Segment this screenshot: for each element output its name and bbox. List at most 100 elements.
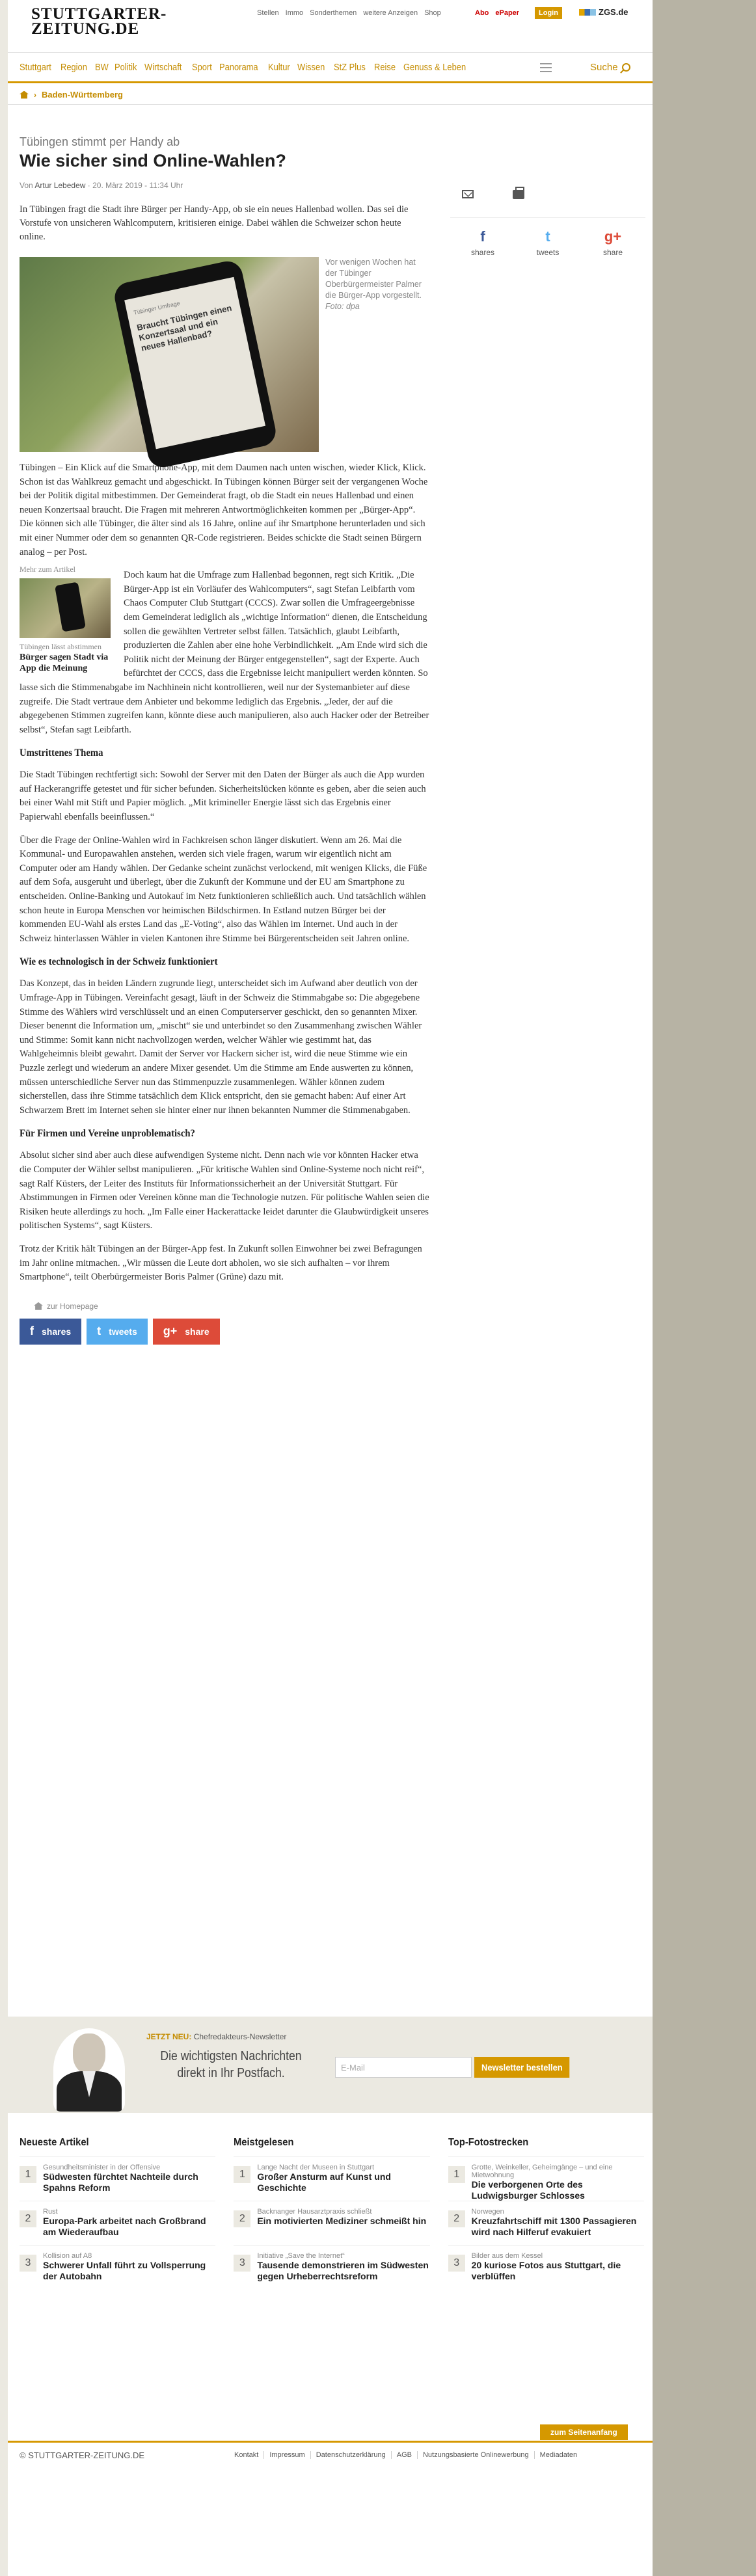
list-number: 2 bbox=[448, 2210, 465, 2227]
email-icon[interactable] bbox=[462, 190, 474, 198]
side-google-button[interactable]: g+ share bbox=[580, 228, 645, 257]
search-button[interactable]: Suche bbox=[590, 62, 630, 73]
author-name[interactable]: Artur Lebedew bbox=[34, 181, 85, 190]
nav-item-sport[interactable]: Sport bbox=[188, 62, 216, 73]
zgs-label: ZGS.de bbox=[599, 7, 628, 17]
subheading: Wie es technologisch in der Schweiz funk… bbox=[20, 956, 218, 968]
newsletter-label-text: Chefredakteurs-Newsletter bbox=[193, 2032, 287, 2041]
site-header: STUTTGARTER- ZEITUNG.DE Stellen Immo Son… bbox=[8, 0, 653, 52]
smartphone-image: Tübinger Umfrage Braucht Tübingen einen … bbox=[112, 258, 278, 470]
side-facebook-button[interactable]: f shares bbox=[450, 228, 515, 257]
related-article[interactable]: Mehr zum Artikel Tübingen lässt abstimme… bbox=[20, 565, 111, 674]
side-google-label: share bbox=[602, 248, 623, 257]
homepage-link[interactable]: zur Homepage bbox=[20, 1302, 429, 1311]
list-title-text: Europa-Park arbeitet nach Großbrand am W… bbox=[43, 2216, 206, 2237]
footer-link-datenschutz[interactable]: Datenschutzerklärung bbox=[311, 2451, 392, 2459]
nav-item-region[interactable]: Region bbox=[57, 62, 91, 73]
side-twitter-button[interactable]: t tweets bbox=[515, 228, 580, 257]
share-bar-bottom: f shares t tweets g+ share bbox=[20, 1318, 429, 1345]
phone-screen: Tübinger Umfrage Braucht Tübingen einen … bbox=[124, 276, 266, 449]
nav-item-reise[interactable]: Reise bbox=[370, 62, 399, 73]
related-kicker: Tübingen lässt abstimmen bbox=[20, 642, 101, 652]
list-item[interactable]: 2 Rust Europa-Park arbeitet nach Großbran… bbox=[20, 2201, 216, 2245]
nav-item-kultur[interactable]: Kultur bbox=[264, 62, 294, 73]
list-number: 1 bbox=[448, 2166, 465, 2183]
google-share-button[interactable]: g+ share bbox=[152, 1318, 220, 1345]
paragraph: Absolut sicher sind aber auch diese aufw… bbox=[20, 1150, 429, 1231]
newsletter-subscribe-button[interactable]: Newsletter bestellen bbox=[474, 2057, 570, 2078]
list-number: 3 bbox=[234, 2255, 251, 2272]
email-field[interactable]: E-Mail bbox=[335, 2057, 472, 2078]
list-item[interactable]: 3 Kollision auf A8 Schwerer Unfall führt … bbox=[20, 2245, 216, 2289]
nav-item-wissen[interactable]: Wissen bbox=[293, 62, 329, 73]
list-number: 1 bbox=[20, 2166, 36, 2183]
nav-items: Stuttgart Region BW Politik Wirtschaft S… bbox=[16, 62, 476, 73]
list-item[interactable]: 2 Norwegen Kreuzfahrtschiff mit 1300 Pass… bbox=[448, 2201, 644, 2245]
list-title-text: Ein motivierten Mediziner schmeißt hin bbox=[257, 2216, 427, 2226]
nav-item-wirtschaft[interactable]: Wirtschaft bbox=[141, 62, 185, 73]
nav-item-panorama[interactable]: Panorama bbox=[215, 62, 262, 73]
list-item[interactable]: 1 Lange Nacht der Museen in Stuttgart Gro… bbox=[234, 2156, 430, 2201]
list-title: Top-Fotostrecken bbox=[448, 2137, 528, 2148]
home-icon bbox=[34, 1302, 43, 1310]
article-photo[interactable]: Tübinger Umfrage Braucht Tübingen einen … bbox=[20, 257, 319, 470]
top-link-sonderthemen[interactable]: Sonderthemen bbox=[310, 9, 357, 17]
zgs-link[interactable]: ZGS.de bbox=[579, 7, 628, 17]
breadcrumb-item[interactable]: Baden-Württemberg bbox=[42, 90, 123, 100]
back-to-top-button[interactable]: zum Seitenanfang bbox=[540, 2424, 628, 2440]
list-item[interactable]: 1 Gesundheitsminister in der Offensive Sü… bbox=[20, 2156, 216, 2201]
list-item[interactable]: 1 Grotte, Weinkeller, Geheimgänge – und … bbox=[448, 2156, 644, 2201]
paragraph: Über die Frage der Online-Wahlen wird in… bbox=[20, 835, 427, 944]
related-label: Mehr zum Artikel bbox=[20, 565, 75, 574]
footer-link-kontakt[interactable]: Kontakt bbox=[229, 2451, 265, 2459]
newsletter-new-badge: JETZT NEU: bbox=[146, 2032, 192, 2041]
nav-item-stz-plus[interactable]: StZ Plus bbox=[330, 62, 370, 73]
list-kicker: Rust bbox=[43, 2208, 58, 2216]
list-number: 3 bbox=[20, 2255, 36, 2272]
facebook-icon: f bbox=[30, 1324, 34, 1338]
login-button[interactable]: Login bbox=[535, 7, 562, 19]
footer-link-agb[interactable]: AGB bbox=[392, 2451, 418, 2459]
list-item[interactable]: 2 Backnanger Hausarztpraxis schließt Ein … bbox=[234, 2201, 430, 2245]
list-item[interactable]: 3 Initiative „Save the Internet“ Tausende… bbox=[234, 2245, 430, 2289]
footer-link-mediadaten[interactable]: Mediadaten bbox=[535, 2451, 583, 2459]
epaper-link[interactable]: ePaper bbox=[495, 9, 519, 17]
twitter-icon: t bbox=[545, 228, 550, 245]
nav-item-stuttgart[interactable]: Stuttgart bbox=[16, 62, 55, 73]
subheading: Umstrittenes Thema bbox=[20, 747, 103, 759]
list-title: Meistgelesen bbox=[234, 2137, 294, 2148]
list-number: 2 bbox=[20, 2210, 36, 2227]
nav-item-bw[interactable]: BW bbox=[91, 62, 113, 73]
list-neueste: Neueste Artikel 1 Gesundheitsminister in… bbox=[20, 2137, 216, 2289]
top-link-stellen[interactable]: Stellen bbox=[257, 9, 279, 17]
footer-link-impressum[interactable]: Impressum bbox=[264, 2451, 311, 2459]
article: Tübingen stimmt per Handy ab Wie sicher … bbox=[20, 135, 429, 1345]
top-link-shop[interactable]: Shop bbox=[424, 9, 441, 17]
list-item[interactable]: 3 Bilder aus dem Kessel 20 kuriose Fotos … bbox=[448, 2245, 644, 2289]
twitter-share-button[interactable]: t tweets bbox=[87, 1318, 148, 1345]
subheading: Für Firmen und Vereine unproblematisch? bbox=[20, 1128, 195, 1140]
article-teaser: In Tübingen fragt die Stadt ihre Bürger … bbox=[20, 204, 409, 242]
hamburger-menu-icon[interactable] bbox=[540, 63, 552, 72]
caption-text: Vor wenigen Wochen hat der Tübinger Ober… bbox=[325, 258, 422, 300]
photo-caption: Vor wenigen Wochen hat der Tübinger Ober… bbox=[325, 257, 429, 312]
editor-portrait bbox=[53, 2028, 125, 2112]
footer-link-onlinewerbung[interactable]: Nutzungsbasierte Onlinewerbung bbox=[418, 2451, 535, 2459]
article-headline: Wie sicher sind Online-Wahlen? bbox=[20, 151, 286, 170]
article-body: Tübingen – Ein Klick auf die Smartphone-… bbox=[20, 461, 429, 1285]
main-navigation: Stuttgart Region BW Politik Wirtschaft S… bbox=[8, 52, 653, 83]
facebook-share-button[interactable]: f shares bbox=[20, 1318, 82, 1345]
site-logo[interactable]: STUTTGARTER- ZEITUNG.DE bbox=[31, 6, 187, 37]
top-link-anzeigen[interactable]: weitere Anzeigen bbox=[363, 9, 418, 17]
print-icon[interactable] bbox=[513, 187, 524, 199]
nav-item-politik[interactable]: Politik bbox=[111, 62, 141, 73]
list-title-text: Südwesten fürchtet Nachteile durch Spahn… bbox=[43, 2171, 198, 2193]
nav-item-genuss-leben[interactable]: Genuss & Leben bbox=[399, 62, 470, 73]
abo-link[interactable]: Abo bbox=[475, 9, 489, 17]
paragraph: Trotz der Kritik hält Tübingen an der Bü… bbox=[20, 1243, 422, 1283]
google-plus-icon: g+ bbox=[604, 228, 622, 245]
byline: Von Artur Lebedew · 20. März 2019 - 11:3… bbox=[20, 181, 429, 190]
top-link-immo[interactable]: Immo bbox=[286, 9, 304, 17]
home-icon[interactable] bbox=[20, 90, 29, 99]
site-footer: © STUTTGARTER-ZEITUNG.DE Kontakt Impress… bbox=[8, 2441, 653, 2467]
